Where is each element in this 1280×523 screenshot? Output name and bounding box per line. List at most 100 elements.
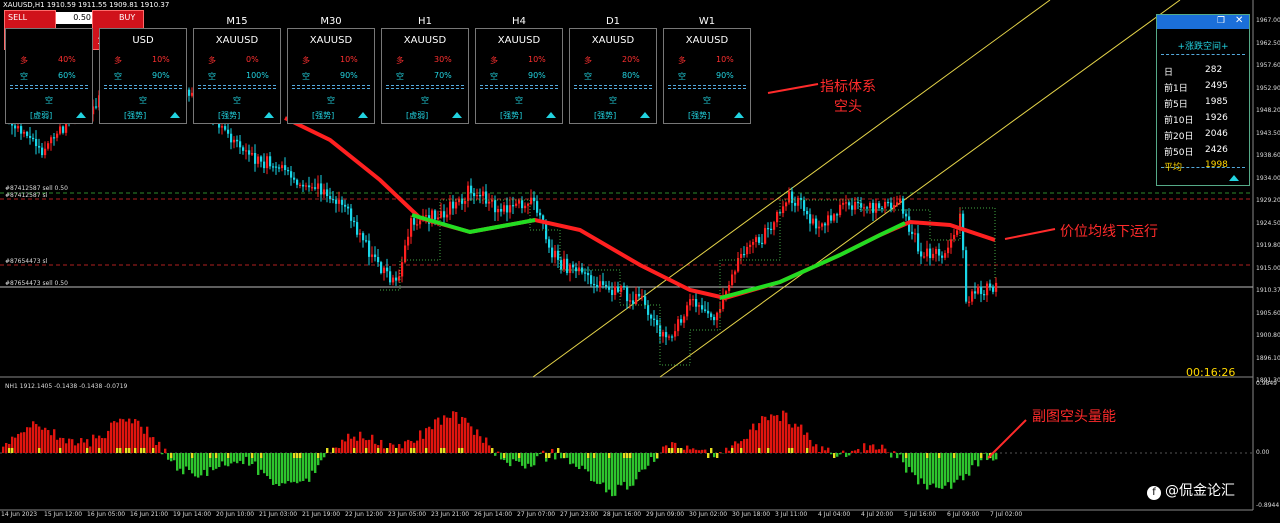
candle-body [260,156,263,162]
candle-body [665,332,668,338]
order-label[interactable]: #87654473 sl [5,258,47,265]
osc-bar [302,453,305,481]
osc-bar [323,453,326,458]
candle-body [62,126,65,133]
candle-body [626,287,629,302]
triangle-up-icon[interactable] [1229,175,1239,181]
candle-body [488,201,491,204]
candle-body [326,189,329,197]
triangle-up-icon[interactable] [76,112,86,118]
candle-body [836,214,839,216]
candle-body [233,139,236,143]
osc-bar-highlight [767,448,770,453]
osc-bar [857,448,860,453]
osc-bar [890,453,893,458]
osc-bar [197,453,200,478]
candle-body [59,126,62,134]
candle-body [263,161,266,169]
candle-body [416,224,419,226]
price-tick-label: 1957.60 [1256,62,1280,69]
osc-bar [32,421,35,453]
candle-body [446,214,449,218]
candle-body [455,202,458,209]
order-label[interactable]: #87412587 sell 0.50 [5,185,68,192]
time-tick-label: 27 Jun 23:00 [560,511,599,518]
restore-icon[interactable]: ❐ [1217,16,1225,26]
panel-divider [198,85,276,86]
candle-body [278,167,281,169]
candle-body [227,129,230,134]
osc-bar [308,453,311,482]
osc-bar [884,448,887,453]
osc-bar-highlight [440,448,443,453]
osc-bar [899,453,902,455]
timeframe-label: M15 [226,16,248,27]
osc-bar [200,453,203,476]
osc-bar [746,438,749,453]
osc-bar [986,453,989,461]
timeframe-label: M30 [320,16,342,27]
candle-body [812,218,815,224]
osc-bar [401,448,404,453]
annotation-price-below-ma: 价位均线下运行 [1060,224,1158,240]
osc-bar-highlight [716,453,719,458]
candle-body [935,249,938,254]
osc-bar-highlight [296,453,299,458]
candle-body [305,185,308,187]
osc-bar [896,453,899,459]
stats-row-value: 1926 [1205,113,1228,123]
candle-body [740,253,743,258]
osc-bar [728,450,731,453]
osc-bar-highlight [140,448,143,453]
time-tick-label: 28 Jun 16:00 [603,511,642,518]
osc-bar [416,440,419,453]
triangle-up-icon[interactable] [734,112,744,118]
price-tick-label: 1938.60 [1256,152,1280,159]
window-title: XAUUSD,H1 1910.59 1911.55 1909.81 1910.3… [3,1,170,9]
triangle-up-icon[interactable] [264,112,274,118]
triangle-up-icon[interactable] [170,112,180,118]
time-tick-label: 7 Jul 02:00 [990,511,1023,518]
lot-size-input[interactable]: 0.50 [56,12,94,24]
order-label[interactable]: #87654473 sell 0.50 [5,280,68,287]
candle-body [374,254,377,258]
triangle-up-icon[interactable] [358,112,368,118]
stats-panel-header[interactable]: ❐ ✕ [1157,15,1249,29]
osc-bar [941,453,944,489]
panel-divider [574,88,652,89]
stats-row-label: 日 [1164,68,1174,78]
osc-bar [704,449,707,453]
osc-bar [305,453,308,479]
osc-bar [944,453,947,486]
osc-bar [689,449,692,453]
candle-body [368,240,371,257]
osc-bar [338,448,341,453]
order-label[interactable]: #87412587 sl [5,192,47,199]
candle-body [506,205,509,213]
candle-body [23,131,26,134]
osc-bar [464,417,467,453]
osc-bar-highlight [563,453,566,458]
osc-bar [212,453,215,471]
candle-body [614,286,617,295]
candle-body [461,198,464,204]
triangle-up-icon[interactable] [640,112,650,118]
osc-bar [179,453,182,469]
candle-body [872,202,875,213]
osc-bar [272,453,275,485]
triangle-up-icon[interactable] [546,112,556,118]
osc-bar [131,423,134,453]
osc-bar-highlight [548,453,551,458]
osc-bar [635,453,638,480]
candle-body [821,223,824,227]
candle-body [947,247,950,254]
close-icon[interactable]: ✕ [1235,15,1243,26]
osc-bar [779,421,782,453]
triangle-up-icon[interactable] [452,112,462,118]
osc-bar [452,411,455,453]
osc-bar [539,453,542,455]
osc-bar [437,417,440,453]
osc-bar [665,445,668,453]
candle-body [581,267,584,273]
candle-body [602,281,605,285]
